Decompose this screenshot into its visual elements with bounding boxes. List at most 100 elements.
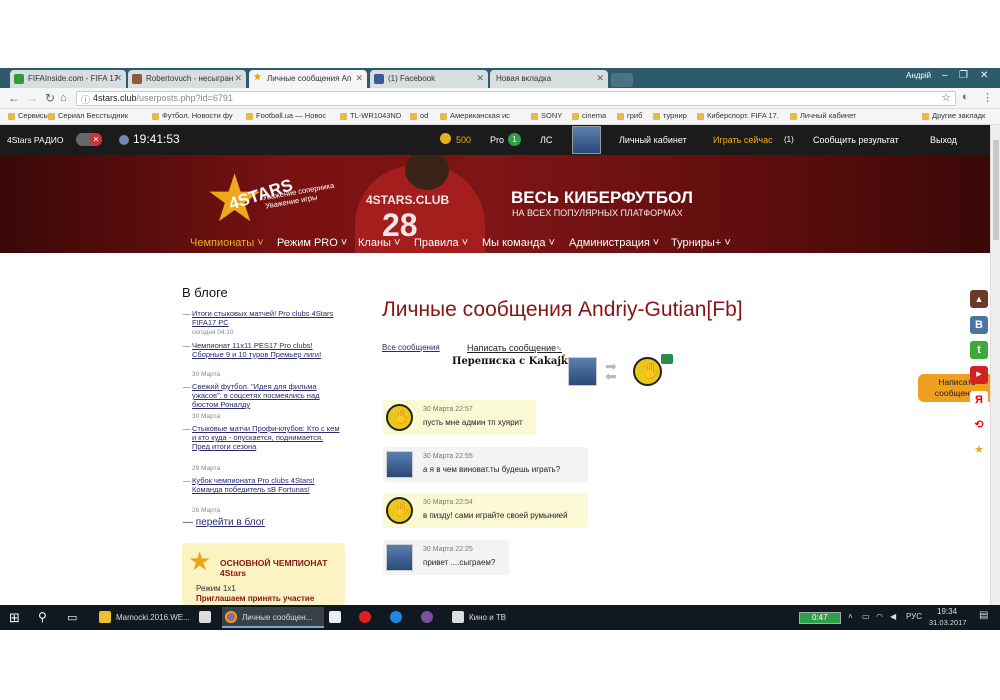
vk-icon[interactable]: В — [970, 316, 988, 334]
bookmark-item[interactable]: Личный кабинет — [790, 111, 856, 120]
menu-team[interactable]: Мы команда ˅ — [482, 237, 555, 249]
url-input[interactable]: ⓘ 4stars.club/userposts.php?id=6791 ☆ — [76, 91, 956, 106]
championship-card[interactable]: ★ ОСНОВНОЙ ЧЕМПИОНАТ 4Stars Режим 1х1 Пр… — [182, 543, 345, 605]
close-icon[interactable]: ✕ — [476, 73, 484, 84]
taskbar-app-movies[interactable]: Кино и ТВ — [449, 607, 547, 628]
language-indicator[interactable]: РУС — [906, 612, 922, 621]
close-icon[interactable]: ✕ — [234, 73, 242, 84]
yandex-icon[interactable]: Я — [970, 391, 988, 409]
arrows-icon[interactable]: ⟲ — [970, 416, 988, 434]
tab-facebook[interactable]: (1) Facebook ✕ — [370, 70, 488, 88]
report-result-link[interactable]: Сообщить результат — [813, 135, 899, 145]
clock-date[interactable]: 31.03.2017 — [929, 618, 967, 627]
private-messages-link[interactable]: ЛС — [540, 135, 552, 145]
tab-personal-messages[interactable]: ★ Личные сообщения Ап ✕ — [249, 70, 367, 88]
tab-new-tab[interactable]: Новая вкладка ✕ — [490, 70, 608, 88]
network-icon[interactable]: ▭ — [862, 612, 870, 621]
companion-avatar[interactable]: ✋ — [386, 404, 413, 431]
notifications-icon[interactable]: ▤ — [979, 610, 988, 621]
radio-play-toggle[interactable]: ✕ — [76, 133, 102, 146]
menu-clans[interactable]: Кланы ˅ — [358, 237, 400, 249]
star-icon[interactable]: ★ — [970, 441, 988, 459]
taskbar-app-edge[interactable] — [387, 607, 411, 628]
restore-icon[interactable]: ❐ — [959, 70, 968, 81]
windows-taskbar: ⊞ ⚲ ▭ Mamocki.2016.WE... Личные сообщен.… — [0, 605, 1000, 630]
bookmark-item[interactable]: турнир — [653, 111, 687, 120]
my-avatar[interactable] — [568, 357, 597, 386]
taskbar-app-opera[interactable] — [356, 607, 380, 628]
profile-name[interactable]: Андрій — [906, 71, 931, 80]
close-icon[interactable]: ✕ — [114, 73, 122, 84]
pro-label[interactable]: Pro — [490, 135, 504, 145]
menu-tournaments[interactable]: Турниры+ ˅ — [671, 237, 731, 249]
tab-all-messages[interactable]: Все сообщения — [382, 343, 440, 352]
hat-icon[interactable]: ▲ — [970, 290, 988, 308]
user-avatar[interactable] — [572, 126, 601, 154]
bookmark-item[interactable]: Другие закладк — [922, 111, 985, 120]
taskbar-app-chrome[interactable]: Личные сообщен... — [222, 607, 324, 628]
blog-more-link[interactable]: — перейти в блог — [183, 517, 265, 528]
forward-arrow-icon[interactable]: → — [26, 91, 38, 105]
companion-avatar[interactable]: ✋ — [633, 357, 662, 386]
bookmark-item[interactable]: Football.ua — Новос — [246, 111, 326, 120]
back-arrow-icon[interactable]: ← — [8, 91, 20, 105]
my-avatar[interactable] — [386, 451, 413, 478]
blog-link[interactable]: Кубок чемпионата Pro clubs 4Stars! Коман… — [183, 476, 342, 494]
menu-championships[interactable]: Чемпионаты ˅ — [190, 237, 264, 249]
blog-link[interactable]: Итоги стыковых матчей! Pro clubs 4Stars … — [183, 309, 342, 327]
radio-label[interactable]: 4Stars РАДИО — [7, 135, 63, 145]
menu-administration[interactable]: Администрация ˅ — [569, 237, 659, 249]
home-icon[interactable]: ⌂ — [60, 92, 67, 104]
bookmark-item[interactable]: cinema — [572, 111, 606, 120]
blog-link[interactable]: Свежий футбол. "Идея для фильма ужасов":… — [183, 382, 342, 409]
chevron-up-icon[interactable]: ˄ — [848, 612, 853, 621]
my-avatar[interactable] — [386, 544, 413, 571]
wifi-icon[interactable]: ◠ — [876, 612, 883, 621]
scrollbar-thumb[interactable] — [993, 140, 999, 240]
extension-icon[interactable]: ◐ — [962, 91, 969, 103]
cabinet-link[interactable]: Личный кабинет — [619, 135, 687, 145]
tab-robertovuch[interactable]: Robertovuch - несыгран ✕ — [128, 70, 246, 88]
windows-start-icon[interactable]: ⊞ — [9, 610, 20, 626]
task-view-icon[interactable]: ▭ — [67, 611, 77, 624]
companion-avatar[interactable]: ✋ — [386, 497, 413, 524]
reload-icon[interactable]: ↻ — [45, 91, 55, 105]
new-tab-button[interactable] — [611, 73, 633, 87]
menu-pro-mode[interactable]: Режим PRO ˅ — [277, 237, 347, 249]
taskbar-app-store[interactable] — [196, 607, 220, 628]
media-progress[interactable]: 0:47 — [799, 612, 841, 624]
bookmark-item[interactable]: Футбол. Новости фу — [152, 111, 233, 120]
bookmark-item[interactable]: гриб — [617, 111, 642, 120]
bookmark-item[interactable]: Сериал Бесстыдник — [48, 111, 128, 120]
search-icon[interactable]: ⚲ — [38, 610, 47, 624]
menu-icon[interactable]: ⋮ — [982, 91, 993, 104]
bookmark-item[interactable]: Американская ис — [440, 111, 510, 120]
page-scrollbar[interactable] — [990, 125, 1000, 605]
close-icon[interactable]: ✕ — [355, 73, 363, 84]
bookmark-item[interactable]: Киберспорт. FIFA 17. — [697, 111, 779, 120]
tab-write-message[interactable]: Написать сообщение✎ — [467, 343, 562, 353]
taskbar-app-folder[interactable]: Mamocki.2016.WE... — [96, 607, 194, 628]
blog-link[interactable]: Стыковые матчи Профи-клубов: Кто с кем и… — [183, 424, 342, 451]
volume-icon[interactable]: ◀ — [890, 612, 896, 621]
tab-fifainside[interactable]: FIFAInside.com - FIFA 17 ✕ — [10, 70, 126, 88]
clock-time[interactable]: 19:34 — [937, 607, 957, 616]
bookmark-star-icon[interactable]: ☆ — [941, 91, 951, 104]
bookmark-item[interactable]: TL-WR1043ND — [340, 111, 401, 120]
bookmark-item[interactable]: SONY — [531, 111, 562, 120]
play-now-link[interactable]: Играть сейчас — [713, 135, 773, 145]
twitter-icon[interactable]: t — [970, 341, 988, 359]
info-icon[interactable]: ⓘ — [81, 93, 90, 106]
blog-link[interactable]: Чемпионат 11х11 PES17 Pro clubs! Сборные… — [183, 341, 342, 359]
taskbar-app-viber[interactable] — [418, 607, 442, 628]
bookmark-item[interactable]: od — [410, 111, 428, 120]
logout-link[interactable]: Выход — [930, 135, 957, 145]
menu-rules[interactable]: Правила ˅ — [414, 237, 468, 249]
taskbar-app-notepad[interactable] — [326, 607, 350, 628]
close-window-icon[interactable]: ✕ — [980, 70, 988, 81]
close-icon[interactable]: ✕ — [596, 73, 604, 84]
bookmark-item[interactable]: Сервисы — [8, 111, 49, 120]
youtube-icon[interactable]: ▶ — [970, 366, 988, 384]
minimize-icon[interactable]: – — [942, 70, 948, 81]
coins-count[interactable]: 500 — [456, 135, 471, 145]
